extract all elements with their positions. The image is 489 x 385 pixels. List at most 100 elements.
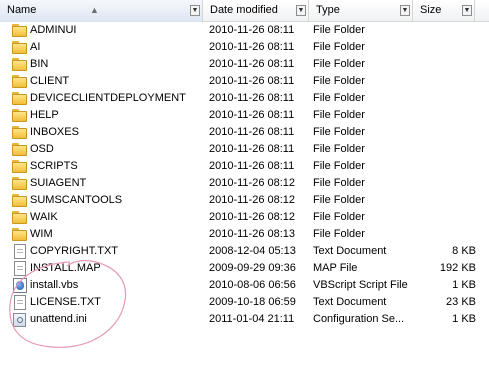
file-row[interactable]: DEVICECLIENTDEPLOYMENT 2010-11-26 08:11 Fi… [0,90,489,107]
file-type: File Folder [313,143,365,155]
file-row[interactable]: OSD 2010-11-26 08:11 File Folder [0,141,489,158]
column-header-name[interactable]: Name ▲ ▼ [0,0,203,22]
column-header-size[interactable]: Size ▼ [413,0,475,22]
file-size [418,107,476,124]
file-row[interactable]: SUIAGENT 2010-11-26 08:12 File Folder [0,175,489,192]
file-type: File Folder [313,211,365,223]
sort-ascending-icon: ▲ [90,5,99,15]
folder-icon [12,23,28,38]
file-type: Text Document [313,296,387,308]
file-size [418,73,476,90]
file-size [418,175,476,192]
file-type: File Folder [313,24,365,36]
file-size [418,141,476,158]
file-type: MAP File [313,262,358,274]
file-row[interactable]: INBOXES 2010-11-26 08:11 File Folder [0,124,489,141]
file-row[interactable]: COPYRIGHT.TXT 2008-12-04 05:13 Text Docume… [0,243,489,260]
file-name: SUIAGENT [30,177,87,189]
file-row[interactable]: BIN 2010-11-26 08:11 File Folder [0,56,489,73]
file-date-modified: 2010-11-26 08:11 [209,143,295,155]
file-date-modified: 2010-11-26 08:11 [209,41,295,53]
file-type: File Folder [313,194,365,206]
file-list: ADMINUI 2010-11-26 08:11 File Folder AI 2010… [0,22,489,328]
file-row[interactable]: LICENSE.TXT 2009-10-18 06:59 Text Document… [0,294,489,311]
folder-icon [12,159,28,174]
file-row[interactable]: unattend.ini 2011-01-04 21:11 Configuratio… [0,311,489,328]
file-type: File Folder [313,126,365,138]
column-header-type[interactable]: Type ▼ [309,0,413,22]
folder-icon [12,57,28,72]
file-size [418,192,476,209]
file-date-modified: 2009-09-29 09:36 [209,262,296,274]
file-type: File Folder [313,160,365,172]
file-row[interactable]: AI 2010-11-26 08:11 File Folder [0,39,489,56]
folder-icon [12,176,28,191]
file-name: INBOXES [30,126,79,138]
file-date-modified: 2010-11-26 08:11 [209,75,295,87]
file-name: CLIENT [30,75,70,87]
file-date-modified: 2010-11-26 08:12 [209,177,296,189]
file-list-window: Name ▲ ▼ Date modified ▼ Type ▼ Size ▼ A… [0,0,489,385]
column-filter-dropdown-icon[interactable]: ▼ [296,5,306,16]
file-name: WIM [30,228,53,240]
file-date-modified: 2010-11-26 08:11 [209,126,295,138]
file-size [418,209,476,226]
file-row[interactable]: CLIENT 2010-11-26 08:11 File Folder [0,73,489,90]
file-size: 192 KB [439,262,476,274]
text-document-icon [14,295,26,310]
file-name: LICENSE.TXT [30,296,101,308]
column-filter-dropdown-icon[interactable]: ▼ [400,5,410,16]
file-name: BIN [30,58,49,70]
file-date-modified: 2010-11-26 08:11 [209,58,295,70]
file-row[interactable]: INSTALL.MAP 2009-09-29 09:36 MAP File 192 K… [0,260,489,277]
folder-icon [12,91,28,106]
file-name: DEVICECLIENTDEPLOYMENT [30,92,186,104]
folder-icon [12,74,28,89]
column-filter-dropdown-icon[interactable]: ▼ [462,5,472,16]
file-type: File Folder [313,109,365,121]
file-name: ADMINUI [30,24,77,36]
file-date-modified: 2010-11-26 08:12 [209,194,296,206]
file-row[interactable]: SCRIPTS 2010-11-26 08:11 File Folder [0,158,489,175]
file-date-modified: 2010-08-06 06:56 [209,279,296,291]
file-date-modified: 2010-11-26 08:11 [209,160,295,172]
file-type: File Folder [313,177,365,189]
file-type: Configuration Se... [313,313,405,325]
vbscript-file-icon [13,278,27,293]
column-header-date-modified[interactable]: Date modified ▼ [203,0,309,22]
file-date-modified: 2008-12-04 05:13 [209,245,296,257]
file-name: OSD [30,143,54,155]
folder-icon [12,193,28,208]
file-row[interactable]: HELP 2010-11-26 08:11 File Folder [0,107,489,124]
file-row[interactable]: WAIK 2010-11-26 08:12 File Folder [0,209,489,226]
file-size: 1 KB [452,313,476,325]
file-name: install.vbs [30,279,79,291]
file-size: 8 KB [452,245,476,257]
file-name: COPYRIGHT.TXT [30,245,119,257]
file-type: File Folder [313,92,365,104]
file-size [418,56,476,73]
file-size [418,22,476,39]
folder-icon [12,40,28,55]
file-name: HELP [30,109,59,121]
folder-icon [12,210,28,225]
folder-icon [12,142,28,157]
file-row[interactable]: WIM 2010-11-26 08:13 File Folder [0,226,489,243]
file-size [418,158,476,175]
file-name: unattend.ini [30,313,87,325]
file-row[interactable]: install.vbs 2010-08-06 06:56 VBScript Scri… [0,277,489,294]
generic-file-icon [14,261,26,276]
file-name: WAIK [30,211,58,223]
file-name: SUMSCANTOOLS [30,194,123,206]
file-type: VBScript Script File [313,279,408,291]
file-row[interactable]: ADMINUI 2010-11-26 08:11 File Folder [0,22,489,39]
file-size [418,90,476,107]
column-filter-dropdown-icon[interactable]: ▼ [190,5,200,16]
file-type: File Folder [313,228,365,240]
file-name: SCRIPTS [30,160,78,172]
file-size: 1 KB [452,279,476,291]
file-date-modified: 2010-11-26 08:11 [209,109,295,121]
file-row[interactable]: SUMSCANTOOLS 2010-11-26 08:12 File Folder [0,192,489,209]
file-name: INSTALL.MAP [30,262,101,274]
file-name: AI [30,41,41,53]
